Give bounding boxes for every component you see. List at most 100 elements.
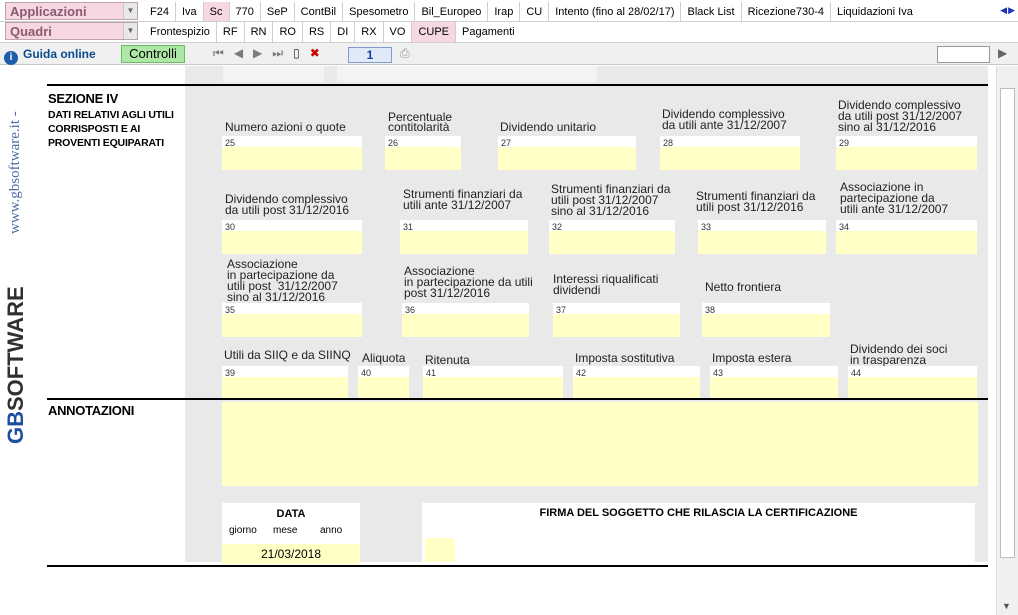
field-cap [400, 220, 528, 231]
field-number: 40 [361, 368, 372, 378]
field-number: 44 [851, 368, 862, 378]
annotazioni-textarea[interactable] [222, 402, 978, 486]
website-label: www.gbsoftware.it - [7, 111, 23, 234]
field-number: 26 [388, 138, 399, 148]
field-29[interactable]: 29 [836, 136, 977, 170]
page-number-field[interactable]: 1 [348, 47, 392, 63]
field-43[interactable]: 43 [710, 366, 838, 398]
field-number: 29 [839, 138, 850, 148]
tab-bil-europeo[interactable]: Bil_Europeo [415, 2, 489, 22]
field-31[interactable]: 31 [400, 220, 528, 254]
controlli-button[interactable]: Controlli [121, 45, 185, 63]
label-33: Strumenti finanziari da utili post 31/12… [696, 189, 816, 214]
tab-f24[interactable]: F24 [144, 2, 176, 22]
vertical-scrollbar[interactable]: ▼ [996, 66, 1018, 615]
tab-irap[interactable]: Irap [488, 2, 521, 22]
field-37[interactable]: 37 [553, 303, 680, 337]
applicazioni-select[interactable]: Applicazioni ▼ [5, 2, 138, 20]
field-cap [698, 220, 826, 231]
field-cap [423, 366, 563, 377]
tab-intento[interactable]: Intento (fino al 28/02/17) [549, 2, 682, 22]
tab-scroll-arrows-icon[interactable]: ◀▶ [1000, 5, 1016, 16]
tab-sep[interactable]: SeP [261, 2, 295, 22]
section-subtitle: DATI RELATIVI AGLI UTILI CORRISPOSTI E A… [48, 109, 174, 149]
tab-ricezione730[interactable]: Ricezione730-4 [742, 2, 831, 22]
field-44[interactable]: 44 [848, 366, 977, 398]
tab-rn[interactable]: RN [245, 22, 274, 42]
tab-liquidazioni-iva[interactable]: Liquidazioni Iva [831, 2, 919, 22]
field-cap [660, 136, 800, 147]
date-field[interactable]: 21/03/2018 [222, 544, 360, 564]
tab-frontespizio[interactable]: Frontespizio [144, 22, 217, 42]
field-number: 36 [405, 305, 416, 315]
tab-iva[interactable]: Iva [176, 2, 204, 22]
tab-cupe[interactable]: CUPE [412, 22, 457, 42]
tab-770[interactable]: 770 [230, 2, 261, 22]
field-41[interactable]: 41 [423, 366, 563, 398]
field-number: 33 [701, 222, 712, 232]
guida-online-button[interactable]: i Guida online [4, 45, 96, 65]
applicazioni-select-value: Applicazioni [10, 4, 87, 19]
field-25[interactable]: 25 [222, 136, 362, 170]
tab-black-list[interactable]: Black List [681, 2, 742, 22]
first-page-icon[interactable]: ⏮ [213, 46, 224, 61]
delete-page-icon[interactable]: ✖ [310, 46, 320, 61]
quadri-tabs: Frontespizio RF RN RO RS DI RX VO CUPE P… [144, 22, 521, 42]
field-number: 42 [576, 368, 587, 378]
field-number: 30 [225, 222, 236, 232]
field-42[interactable]: 42 [573, 366, 700, 398]
field-cap [836, 136, 977, 147]
field-28[interactable]: 28 [660, 136, 800, 170]
field-38[interactable]: 38 [702, 303, 830, 337]
field-33[interactable]: 33 [698, 220, 826, 254]
go-arrow-icon[interactable]: ▶ [998, 46, 1007, 60]
tab-cu[interactable]: CU [520, 2, 550, 22]
label-28: Dividendo complessivo da utili ante 31/1… [662, 107, 787, 132]
vertical-logo-content: GBSOFTWARE www.gbsoftware.it - [0, 66, 31, 446]
info-icon: i [4, 51, 18, 65]
field-36[interactable]: 36 [402, 303, 529, 337]
tab-rf[interactable]: RF [217, 22, 245, 42]
field-number: 39 [225, 368, 236, 378]
field-26[interactable]: 26 [385, 136, 461, 170]
prev-page-icon[interactable]: ◀ [234, 46, 243, 61]
field-cap [402, 303, 529, 314]
new-page-icon[interactable]: ▯ [293, 46, 300, 61]
next-page-icon[interactable]: ▶ [253, 46, 262, 61]
field-27[interactable]: 27 [498, 136, 636, 170]
chevron-down-icon[interactable]: ▼ [123, 23, 137, 39]
section-divider [47, 84, 988, 86]
print-icon[interactable]: ⎙ [400, 46, 410, 61]
field-cap [710, 366, 838, 377]
tab-rs[interactable]: RS [303, 22, 332, 42]
tab-spesometro[interactable]: Spesometro [343, 2, 416, 22]
last-page-icon[interactable]: ⏭ [272, 46, 283, 61]
firma-field[interactable] [425, 538, 455, 562]
previous-field-strip [223, 66, 324, 82]
tab-pagamenti[interactable]: Pagamenti [456, 22, 521, 42]
scrollbar-thumb[interactable] [1000, 88, 1015, 558]
tab-di[interactable]: DI [331, 22, 356, 42]
tab-contbil[interactable]: ContBil [295, 2, 344, 22]
field-35[interactable]: 35 [222, 303, 362, 337]
tab-rx[interactable]: RX [355, 22, 384, 42]
tab-sc[interactable]: Sc [203, 2, 230, 22]
field-30[interactable]: 30 [222, 220, 362, 254]
field-32[interactable]: 32 [549, 220, 675, 254]
section-title: SEZIONE IV [48, 91, 118, 106]
quadri-select[interactable]: Quadri ▼ [5, 22, 138, 40]
field-34[interactable]: 34 [836, 220, 977, 254]
scroll-down-icon[interactable]: ▼ [1002, 601, 1011, 611]
label-39: Utili da SIIQ e da SIINQ [224, 348, 351, 362]
label-44: Dividendo dei soci in trasparenza [850, 342, 948, 367]
date-title: DATA [276, 508, 306, 520]
field-40[interactable]: 40 [358, 366, 409, 398]
field-cap [222, 220, 362, 231]
label-37: Interessi riqualificati dividendi [553, 272, 659, 297]
field-39[interactable]: 39 [222, 366, 348, 398]
tab-ro[interactable]: RO [273, 22, 303, 42]
section-divider [47, 398, 988, 400]
tab-vo[interactable]: VO [384, 22, 413, 42]
search-input[interactable] [937, 46, 990, 63]
chevron-down-icon[interactable]: ▼ [123, 3, 137, 19]
